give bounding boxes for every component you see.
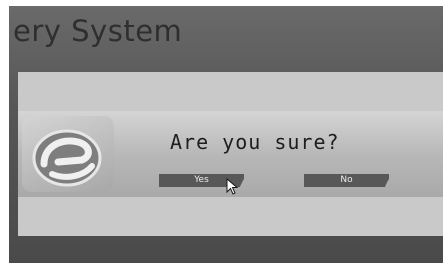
background-app-title: ery System bbox=[13, 14, 183, 48]
dialog-content-band: Are you sure? Yes No bbox=[18, 111, 443, 197]
confirm-dialog: Are you sure? Yes No bbox=[18, 72, 443, 236]
mouse-pointer-icon bbox=[226, 178, 239, 195]
no-button[interactable]: No bbox=[304, 174, 389, 187]
app-logo-icon bbox=[22, 116, 114, 192]
screen: ery System Are you sure? Yes No bbox=[9, 6, 443, 263]
confirm-question: Are you sure? bbox=[170, 130, 340, 154]
